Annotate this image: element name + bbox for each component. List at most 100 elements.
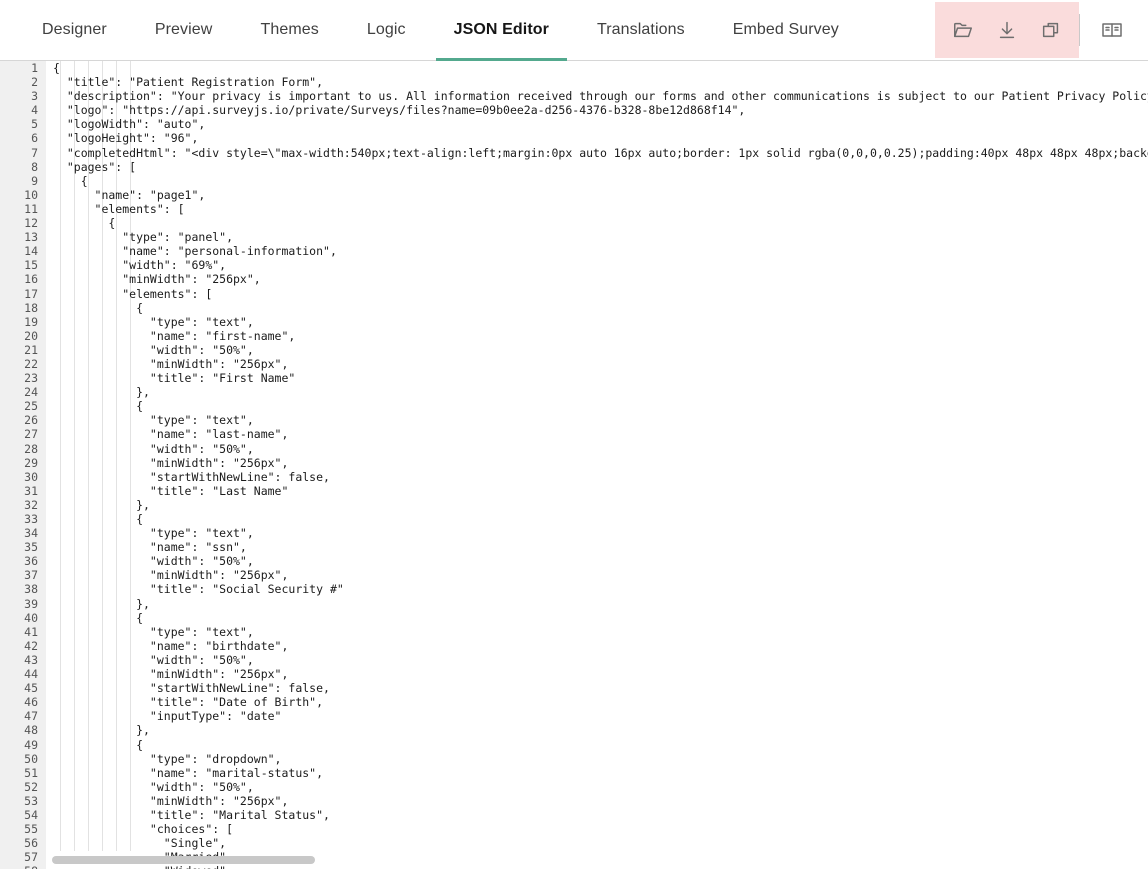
- code-line[interactable]: 55 "choices": [: [0, 822, 1148, 836]
- code-line[interactable]: 41 "type": "text",: [0, 625, 1148, 639]
- tab-logic[interactable]: Logic: [343, 0, 430, 60]
- json-editor[interactable]: 1{2 "title": "Patient Registration Form"…: [0, 61, 1148, 869]
- code-line[interactable]: 50 "type": "dropdown",: [0, 752, 1148, 766]
- top-tab-bar: DesignerPreviewThemesLogicJSON EditorTra…: [0, 0, 1148, 61]
- code-line[interactable]: 58 "Widowed": [0, 864, 1148, 869]
- line-text: "Widowed": [53, 864, 226, 869]
- code-line[interactable]: 5 "logoWidth": "auto",: [0, 117, 1148, 131]
- code-line[interactable]: 6 "logoHeight": "96",: [0, 131, 1148, 145]
- code-line[interactable]: 21 "width": "50%",: [0, 343, 1148, 357]
- line-text: "completedHtml": "<div style=\"max-width…: [53, 146, 1148, 160]
- line-number: 43: [0, 653, 38, 667]
- tab-translations[interactable]: Translations: [573, 0, 709, 60]
- code-line[interactable]: 4 "logo": "https://api.surveyjs.io/priva…: [0, 103, 1148, 117]
- code-content[interactable]: 1{2 "title": "Patient Registration Form"…: [0, 61, 1148, 869]
- code-line[interactable]: 25 {: [0, 399, 1148, 413]
- line-number: 31: [0, 484, 38, 498]
- code-line[interactable]: 40 {: [0, 611, 1148, 625]
- line-number: 24: [0, 385, 38, 399]
- code-line[interactable]: 51 "name": "marital-status",: [0, 766, 1148, 780]
- line-text: "width": "50%",: [53, 442, 254, 456]
- copy-button[interactable]: [1029, 8, 1073, 52]
- code-line[interactable]: 18 {: [0, 301, 1148, 315]
- line-number: 23: [0, 371, 38, 385]
- code-line[interactable]: 46 "title": "Date of Birth",: [0, 695, 1148, 709]
- horizontal-scrollbar[interactable]: [0, 856, 1148, 865]
- line-number: 12: [0, 216, 38, 230]
- line-text: "logoHeight": "96",: [53, 131, 198, 145]
- code-line[interactable]: 8 "pages": [: [0, 160, 1148, 174]
- code-line[interactable]: 16 "minWidth": "256px",: [0, 272, 1148, 286]
- code-line[interactable]: 44 "minWidth": "256px",: [0, 667, 1148, 681]
- code-line[interactable]: 13 "type": "panel",: [0, 230, 1148, 244]
- code-line[interactable]: 34 "type": "text",: [0, 526, 1148, 540]
- line-text: "logo": "https://api.surveyjs.io/private…: [53, 103, 745, 117]
- code-line[interactable]: 22 "minWidth": "256px",: [0, 357, 1148, 371]
- code-line[interactable]: 3 "description": "Your privacy is import…: [0, 89, 1148, 103]
- code-line[interactable]: 39 },: [0, 597, 1148, 611]
- tab-json-editor[interactable]: JSON Editor: [430, 0, 573, 60]
- horizontal-scrollbar-thumb[interactable]: [52, 856, 315, 864]
- line-number: 53: [0, 794, 38, 808]
- code-line[interactable]: 42 "name": "birthdate",: [0, 639, 1148, 653]
- code-line[interactable]: 45 "startWithNewLine": false,: [0, 681, 1148, 695]
- code-line[interactable]: 27 "name": "last-name",: [0, 427, 1148, 441]
- code-line[interactable]: 20 "name": "first-name",: [0, 329, 1148, 343]
- code-line[interactable]: 43 "width": "50%",: [0, 653, 1148, 667]
- code-line[interactable]: 54 "title": "Marital Status",: [0, 808, 1148, 822]
- open-file-button[interactable]: [941, 8, 985, 52]
- code-line[interactable]: 15 "width": "69%",: [0, 258, 1148, 272]
- code-line[interactable]: 28 "width": "50%",: [0, 442, 1148, 456]
- line-text: "name": "ssn",: [53, 540, 247, 554]
- tab-embed-survey[interactable]: Embed Survey: [709, 0, 863, 60]
- code-line[interactable]: 9 {: [0, 174, 1148, 188]
- code-line[interactable]: 19 "type": "text",: [0, 315, 1148, 329]
- line-text: "choices": [: [53, 822, 233, 836]
- line-text: "description": "Your privacy is importan…: [53, 89, 1148, 103]
- code-line[interactable]: 14 "name": "personal-information",: [0, 244, 1148, 258]
- code-line[interactable]: 56 "Single",: [0, 836, 1148, 850]
- code-line[interactable]: 17 "elements": [: [0, 287, 1148, 301]
- code-line[interactable]: 26 "type": "text",: [0, 413, 1148, 427]
- toolbar-trailing-group: [1080, 0, 1148, 60]
- code-line[interactable]: 11 "elements": [: [0, 202, 1148, 216]
- line-text: "name": "last-name",: [53, 427, 288, 441]
- line-number: 2: [0, 75, 38, 89]
- code-line[interactable]: 35 "name": "ssn",: [0, 540, 1148, 554]
- code-line[interactable]: 2 "title": "Patient Registration Form",: [0, 75, 1148, 89]
- line-text: "minWidth": "256px",: [53, 667, 288, 681]
- code-line[interactable]: 23 "title": "First Name": [0, 371, 1148, 385]
- documentation-button[interactable]: [1090, 8, 1134, 52]
- code-line[interactable]: 47 "inputType": "date": [0, 709, 1148, 723]
- tab-preview[interactable]: Preview: [131, 0, 237, 60]
- code-line[interactable]: 49 {: [0, 738, 1148, 752]
- line-number: 45: [0, 681, 38, 695]
- code-line[interactable]: 24 },: [0, 385, 1148, 399]
- line-text: "inputType": "date": [53, 709, 281, 723]
- code-line[interactable]: 29 "minWidth": "256px",: [0, 456, 1148, 470]
- code-line[interactable]: 7 "completedHtml": "<div style=\"max-wid…: [0, 146, 1148, 160]
- code-line[interactable]: 53 "minWidth": "256px",: [0, 794, 1148, 808]
- code-line[interactable]: 31 "title": "Last Name": [0, 484, 1148, 498]
- line-text: },: [53, 597, 150, 611]
- code-line[interactable]: 30 "startWithNewLine": false,: [0, 470, 1148, 484]
- code-line[interactable]: 36 "width": "50%",: [0, 554, 1148, 568]
- code-line[interactable]: 33 {: [0, 512, 1148, 526]
- code-line[interactable]: 48 },: [0, 723, 1148, 737]
- code-line[interactable]: 10 "name": "page1",: [0, 188, 1148, 202]
- tab-designer[interactable]: Designer: [18, 0, 131, 60]
- line-text: "name": "birthdate",: [53, 639, 288, 653]
- line-text: "title": "First Name": [53, 371, 295, 385]
- code-line[interactable]: 12 {: [0, 216, 1148, 230]
- download-button[interactable]: [985, 8, 1029, 52]
- line-text: "title": "Date of Birth",: [53, 695, 323, 709]
- tab-themes[interactable]: Themes: [236, 0, 342, 60]
- code-line[interactable]: 52 "width": "50%",: [0, 780, 1148, 794]
- code-line[interactable]: 1{: [0, 61, 1148, 75]
- line-text: "name": "personal-information",: [53, 244, 337, 258]
- code-line[interactable]: 37 "minWidth": "256px",: [0, 568, 1148, 582]
- line-number: 47: [0, 709, 38, 723]
- editor-toolbar: [935, 0, 1148, 60]
- code-line[interactable]: 38 "title": "Social Security #": [0, 582, 1148, 596]
- code-line[interactable]: 32 },: [0, 498, 1148, 512]
